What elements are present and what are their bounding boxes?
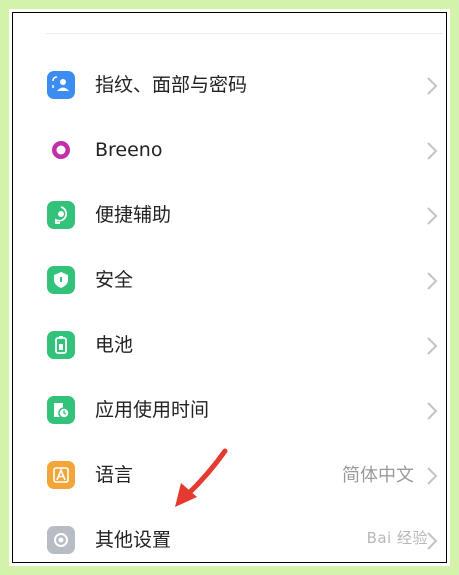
fingerprint-face-password-icon	[47, 71, 75, 99]
battery-icon	[47, 331, 75, 359]
settings-screen: 指纹、面部与密码 Breeno 便捷辅助 安全 电池 应用使用时间 语言 简体中…	[12, 12, 447, 563]
language-value: 简体中文	[342, 465, 414, 486]
chevron-right-icon	[427, 207, 438, 225]
app-usage-time-icon	[47, 396, 75, 424]
chevron-right-icon	[427, 272, 438, 290]
settings-item-app-usage-time[interactable]: 应用使用时间	[13, 378, 446, 443]
convenience-assist-icon	[47, 201, 75, 229]
language-icon	[47, 461, 75, 489]
screenshot-frame: 指纹、面部与密码 Breeno 便捷辅助 安全 电池 应用使用时间 语言 简体中…	[0, 0, 459, 575]
settings-item-label: 便捷辅助	[95, 204, 172, 226]
chevron-right-icon	[427, 77, 438, 95]
chevron-right-icon	[427, 142, 438, 160]
settings-item-convenience-assist[interactable]: 便捷辅助	[13, 183, 446, 248]
watermark: Bai 经验	[366, 529, 428, 547]
other-settings-icon	[47, 526, 75, 554]
settings-item-fingerprint-face-password[interactable]: 指纹、面部与密码	[13, 53, 446, 118]
settings-item-label: 应用使用时间	[95, 399, 210, 421]
settings-item-label: 电池	[95, 334, 134, 356]
chevron-right-icon	[427, 402, 438, 420]
chevron-right-icon	[427, 467, 438, 485]
settings-item-breeno[interactable]: Breeno	[13, 118, 446, 183]
top-divider	[46, 33, 443, 34]
settings-item-label: 语言	[95, 464, 134, 486]
settings-item-label: 安全	[95, 269, 134, 291]
security-shield-icon	[47, 266, 75, 294]
breeno-icon	[47, 136, 75, 164]
settings-item-security[interactable]: 安全	[13, 248, 446, 313]
settings-item-label: 指纹、面部与密码	[95, 74, 248, 96]
chevron-right-icon	[427, 337, 438, 355]
settings-item-label: Breeno	[95, 139, 163, 161]
red-arrow-pointer-icon	[175, 448, 228, 507]
settings-item-label: 其他设置	[95, 529, 172, 551]
settings-item-battery[interactable]: 电池	[13, 313, 446, 378]
